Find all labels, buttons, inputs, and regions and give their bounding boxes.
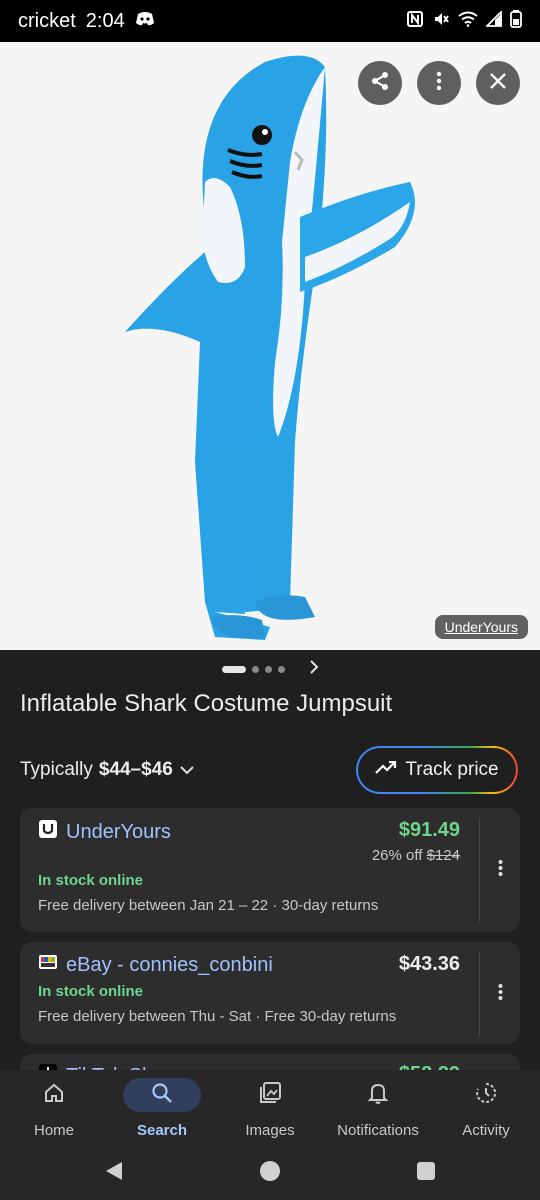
carousel-dot[interactable]: [251, 666, 259, 673]
nav-search[interactable]: Search: [108, 1078, 216, 1139]
offer-card-underyours[interactable]: UnderYours $91.49 26% off $124 In stock …: [20, 808, 520, 932]
share-icon: [369, 70, 391, 97]
wifi-icon: [458, 11, 478, 32]
nav-notifications-label: Notifications: [337, 1122, 419, 1139]
signal-icon: [484, 9, 502, 32]
home-circle-icon[interactable]: [259, 1160, 281, 1187]
divider: [479, 952, 480, 1036]
nav-activity-label: Activity: [462, 1122, 510, 1139]
stock-status: In stock online: [38, 872, 144, 889]
system-navigation-bar: [0, 1148, 540, 1200]
more-options-button[interactable]: [417, 61, 461, 105]
carousel-dot[interactable]: [264, 666, 272, 673]
original-price: $124: [426, 847, 460, 864]
recents-icon[interactable]: [416, 1161, 436, 1186]
battery-icon: [510, 9, 522, 33]
store-name[interactable]: eBay - connies_conbini: [66, 954, 273, 977]
carousel-dot-active[interactable]: [221, 666, 246, 673]
activity-icon: [474, 1081, 498, 1110]
typical-price-dropdown[interactable]: Typically $44–$46: [20, 759, 195, 781]
offer-card-ebay[interactable]: eBay - connies_conbini $43.36 In stock o…: [20, 942, 520, 1044]
delivery-info: Free delivery between Jan 21 – 22 · 30-d…: [38, 897, 379, 914]
clock: 2:04: [85, 9, 125, 32]
close-icon: [489, 72, 507, 95]
chevron-down-icon: [179, 759, 195, 781]
offer-more-button[interactable]: [490, 982, 510, 1006]
search-icon: [151, 1082, 173, 1109]
carousel-indicator: [0, 660, 540, 679]
status-bar: cricket 2:04: [0, 0, 540, 42]
home-icon: [43, 1082, 65, 1109]
offer-price: $43.36: [398, 953, 460, 975]
store-name[interactable]: UnderYours: [66, 821, 171, 844]
chevron-right-icon[interactable]: [309, 660, 319, 679]
bell-icon: [367, 1081, 389, 1110]
close-button[interactable]: [476, 61, 520, 105]
nav-activity[interactable]: Activity: [432, 1078, 540, 1139]
images-icon: [258, 1081, 282, 1110]
shark-costume-image: [125, 55, 415, 641]
track-price-button[interactable]: Track price: [356, 746, 518, 794]
ebay-logo-icon: [38, 953, 58, 977]
typical-price-range: $44–$46: [98, 759, 173, 780]
mute-icon: [432, 10, 450, 33]
delivery-info: Free delivery between Thu - Sat · Free 3…: [38, 1008, 397, 1025]
nav-notifications[interactable]: Notifications: [324, 1078, 432, 1139]
back-icon[interactable]: [103, 1160, 125, 1187]
discord-icon: [135, 10, 155, 33]
share-button[interactable]: [358, 61, 402, 105]
nav-images-label: Images: [245, 1122, 295, 1139]
discount-percent: 26% off: [371, 847, 423, 864]
nav-home[interactable]: Home: [0, 1078, 108, 1139]
trending-up-icon: [375, 759, 397, 781]
divider: [479, 818, 480, 922]
more-vert-icon: [436, 71, 442, 96]
discount-line: 26% off $124: [372, 847, 460, 864]
bottom-navigation: Home Search Images Notifications Activit…: [0, 1070, 540, 1148]
typical-price-label: Typically: [20, 759, 93, 780]
carousel-dot[interactable]: [277, 666, 285, 673]
offer-more-button[interactable]: [490, 858, 510, 882]
product-image-viewer[interactable]: UnderYours: [0, 42, 540, 650]
track-price-label: Track price: [405, 759, 499, 780]
carrier-label: cricket: [18, 9, 76, 32]
nav-search-label: Search: [136, 1122, 188, 1139]
more-vert-icon: [498, 983, 503, 1006]
price-summary-row: Typically $44–$46 Track price: [20, 746, 518, 794]
store-logo-icon: [38, 819, 58, 845]
more-vert-icon: [498, 859, 503, 882]
nfc-icon: [406, 10, 424, 33]
nav-images[interactable]: Images: [216, 1078, 324, 1139]
stock-status: In stock online: [38, 983, 144, 1000]
offer-price: $91.49: [398, 819, 460, 841]
image-source-link[interactable]: UnderYours: [434, 615, 528, 639]
product-title: Inflatable Shark Costume Jumpsuit: [20, 690, 393, 717]
nav-home-label: Home: [33, 1122, 74, 1139]
